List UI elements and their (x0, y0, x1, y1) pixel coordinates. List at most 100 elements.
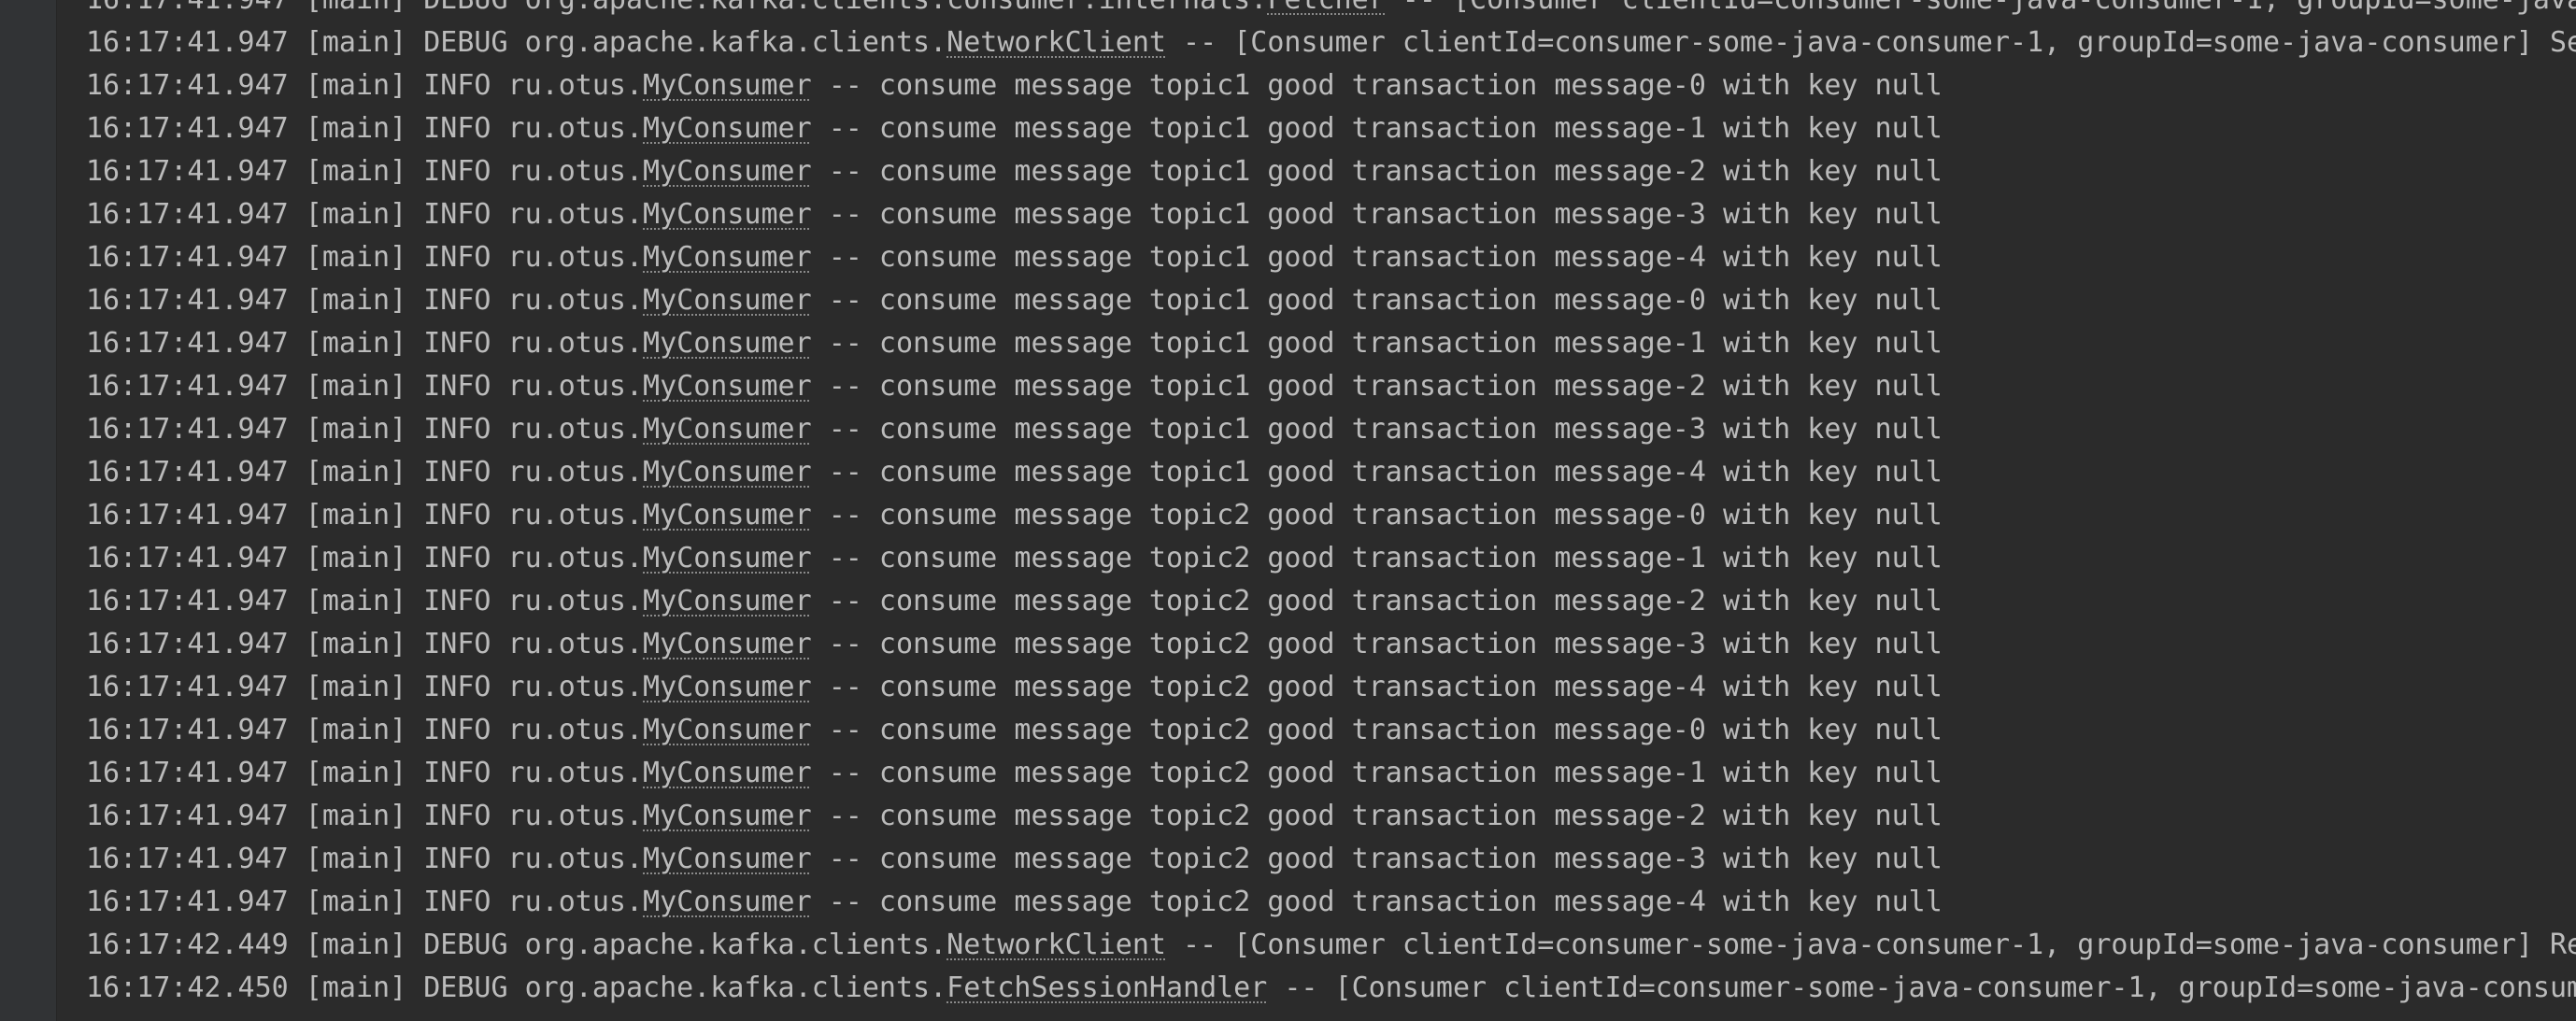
class-link[interactable]: MyConsumer (643, 757, 812, 789)
log-line-prefix: 16:17:41.947 [main] INFO ru.otus. (86, 585, 644, 617)
log-line-message: -- consume message topic1 good transacti… (811, 112, 1943, 145)
log-line-message: -- [Consumer clientId=consumer-some-java… (1165, 26, 2576, 59)
log-line-prefix: 16:17:41.947 [main] INFO ru.otus. (86, 800, 644, 832)
log-line-prefix: 16:17:41.947 [main] INFO ru.otus. (86, 155, 644, 188)
class-link[interactable]: MyConsumer (643, 456, 812, 489)
class-link[interactable]: MyConsumer (643, 542, 812, 574)
log-line-prefix: 16:17:41.947 [main] INFO ru.otus. (86, 413, 644, 446)
class-link[interactable]: MyConsumer (643, 327, 812, 360)
class-link[interactable]: MyConsumer (643, 198, 812, 231)
log-line-message: -- consume message topic2 good transacti… (811, 585, 1943, 617)
log-line: 16:17:42.450 [main] DEBUG org.apache.kaf… (86, 967, 2576, 1010)
log-line: 16:17:41.947 [main] DEBUG org.apache.kaf… (86, 0, 2576, 21)
console-gutter (0, 0, 57, 1021)
log-line: 16:17:41.947 [main] INFO ru.otus.MyConsu… (86, 408, 2576, 451)
log-line: 16:17:41.947 [main] INFO ru.otus.MyConsu… (86, 107, 2576, 150)
log-line: 16:17:41.947 [main] INFO ru.otus.MyConsu… (86, 236, 2576, 279)
log-line: 16:17:41.947 [main] INFO ru.otus.MyConsu… (86, 752, 2576, 795)
class-link[interactable]: MyConsumer (643, 284, 812, 317)
log-line-message: -- consume message topic1 good transacti… (811, 69, 1943, 102)
log-line: 16:17:41.947 [main] INFO ru.otus.MyConsu… (86, 365, 2576, 408)
log-line-prefix: 16:17:41.947 [main] INFO ru.otus. (86, 499, 644, 532)
log-line-message: -- consume message topic2 good transacti… (811, 843, 1943, 875)
log-line: 16:17:41.947 [main] INFO ru.otus.MyConsu… (86, 795, 2576, 838)
log-line-message: -- consume message topic2 good transacti… (811, 800, 1943, 832)
class-link[interactable]: MyConsumer (643, 843, 812, 875)
log-line: 16:17:41.947 [main] INFO ru.otus.MyConsu… (86, 580, 2576, 623)
log-line-message: -- consume message topic1 good transacti… (811, 370, 1943, 403)
log-line-message: -- [Consumer clientId=consumer-some-java… (1165, 929, 2576, 961)
class-link[interactable]: MyConsumer (643, 886, 812, 918)
log-line-prefix: 16:17:41.947 [main] INFO ru.otus. (86, 843, 644, 875)
log-line-prefix: 16:17:41.947 [main] INFO ru.otus. (86, 284, 644, 317)
log-line: 16:17:41.947 [main] INFO ru.otus.MyConsu… (86, 838, 2576, 881)
console-output[interactable]: 16:17:41.947 [main] DEBUG org.apache.kaf… (57, 0, 2576, 1021)
class-link[interactable]: MyConsumer (643, 112, 812, 145)
log-line: 16:17:41.947 [main] INFO ru.otus.MyConsu… (86, 881, 2576, 924)
log-line-prefix: 16:17:41.947 [main] INFO ru.otus. (86, 886, 644, 918)
log-line-prefix: 16:17:41.947 [main] INFO ru.otus. (86, 241, 644, 274)
log-line: 16:17:41.947 [main] INFO ru.otus.MyConsu… (86, 150, 2576, 193)
log-line-prefix: 16:17:42.450 [main] DEBUG org.apache.kaf… (86, 971, 947, 1004)
log-line-message: -- consume message topic1 good transacti… (811, 327, 1943, 360)
class-link[interactable]: NetworkClient (946, 929, 1166, 961)
log-line: 16:17:42.449 [main] DEBUG org.apache.kaf… (86, 924, 2576, 967)
log-line: 16:17:41.947 [main] INFO ru.otus.MyConsu… (86, 666, 2576, 709)
class-link[interactable]: MyConsumer (643, 800, 812, 832)
class-link[interactable]: MyConsumer (643, 628, 812, 660)
log-line: 16:17:41.947 [main] INFO ru.otus.MyConsu… (86, 709, 2576, 752)
log-line: 16:17:41.947 [main] INFO ru.otus.MyConsu… (86, 193, 2576, 236)
class-link[interactable]: MyConsumer (643, 671, 812, 703)
log-line-message: -- consume message topic2 good transacti… (811, 714, 1943, 746)
log-line-prefix: 16:17:41.947 [main] INFO ru.otus. (86, 757, 644, 789)
log-line-message: -- consume message topic2 good transacti… (811, 757, 1943, 789)
class-link[interactable]: FetchSessionHandler (946, 971, 1267, 1004)
log-line-prefix: 16:17:41.947 [main] DEBUG org.apache.kaf… (86, 26, 947, 59)
log-line: 16:17:41.947 [main] DEBUG org.apache.kaf… (86, 21, 2576, 64)
log-line-prefix: 16:17:41.947 [main] INFO ru.otus. (86, 327, 644, 360)
class-link[interactable]: MyConsumer (643, 69, 812, 102)
log-line-prefix: 16:17:42.449 [main] DEBUG org.apache.kaf… (86, 929, 947, 961)
class-link[interactable]: NetworkClient (946, 26, 1166, 59)
log-line-prefix: 16:17:41.947 [main] INFO ru.otus. (86, 112, 644, 145)
log-line-prefix: 16:17:41.947 [main] DEBUG org.apache.kaf… (86, 0, 1267, 16)
log-line-message: -- consume message topic1 good transacti… (811, 241, 1943, 274)
log-line: 16:17:41.947 [main] INFO ru.otus.MyConsu… (86, 64, 2576, 107)
log-line: 16:17:41.947 [main] INFO ru.otus.MyConsu… (86, 494, 2576, 537)
log-line: 16:17:41.947 [main] INFO ru.otus.MyConsu… (86, 623, 2576, 666)
log-line-message: -- consume message topic1 good transacti… (811, 284, 1943, 317)
log-line: 16:17:41.947 [main] INFO ru.otus.MyConsu… (86, 322, 2576, 365)
log-line-message: -- consume message topic2 good transacti… (811, 671, 1943, 703)
log-line-message: -- [Consumer clientId=consumer-some-java… (1386, 0, 2576, 16)
log-line-prefix: 16:17:41.947 [main] INFO ru.otus. (86, 671, 644, 703)
log-line-message: -- consume message topic1 good transacti… (811, 198, 1943, 231)
log-line-message: -- consume message topic2 good transacti… (811, 499, 1943, 532)
class-link[interactable]: MyConsumer (643, 499, 812, 532)
log-line-message: -- consume message topic1 good transacti… (811, 155, 1943, 188)
class-link[interactable]: MyConsumer (643, 155, 812, 188)
log-line-message: -- consume message topic2 good transacti… (811, 886, 1943, 918)
log-line: 16:17:41.947 [main] INFO ru.otus.MyConsu… (86, 537, 2576, 580)
log-line: 16:17:41.947 [main] INFO ru.otus.MyConsu… (86, 451, 2576, 494)
run-console-window: 16:17:41.947 [main] DEBUG org.apache.kaf… (0, 0, 2576, 1021)
log-line-prefix: 16:17:41.947 [main] INFO ru.otus. (86, 370, 644, 403)
log-line-message: -- consume message topic1 good transacti… (811, 456, 1943, 489)
class-link[interactable]: Fetcher (1267, 0, 1385, 16)
log-lines: 16:17:41.947 [main] DEBUG org.apache.kaf… (86, 0, 2576, 1010)
log-line-prefix: 16:17:41.947 [main] INFO ru.otus. (86, 714, 644, 746)
log-line-message: -- [Consumer clientId=consumer-some-java… (1267, 971, 2576, 1004)
log-line-prefix: 16:17:41.947 [main] INFO ru.otus. (86, 198, 644, 231)
log-line-message: -- consume message topic2 good transacti… (811, 628, 1943, 660)
class-link[interactable]: MyConsumer (643, 413, 812, 446)
log-line-prefix: 16:17:41.947 [main] INFO ru.otus. (86, 628, 644, 660)
class-link[interactable]: MyConsumer (643, 585, 812, 617)
class-link[interactable]: MyConsumer (643, 370, 812, 403)
log-line-message: -- consume message topic2 good transacti… (811, 542, 1943, 574)
log-line-prefix: 16:17:41.947 [main] INFO ru.otus. (86, 542, 644, 574)
log-line-message: -- consume message topic1 good transacti… (811, 413, 1943, 446)
class-link[interactable]: MyConsumer (643, 714, 812, 746)
log-line-prefix: 16:17:41.947 [main] INFO ru.otus. (86, 456, 644, 489)
log-line-prefix: 16:17:41.947 [main] INFO ru.otus. (86, 69, 644, 102)
log-line: 16:17:41.947 [main] INFO ru.otus.MyConsu… (86, 279, 2576, 322)
class-link[interactable]: MyConsumer (643, 241, 812, 274)
